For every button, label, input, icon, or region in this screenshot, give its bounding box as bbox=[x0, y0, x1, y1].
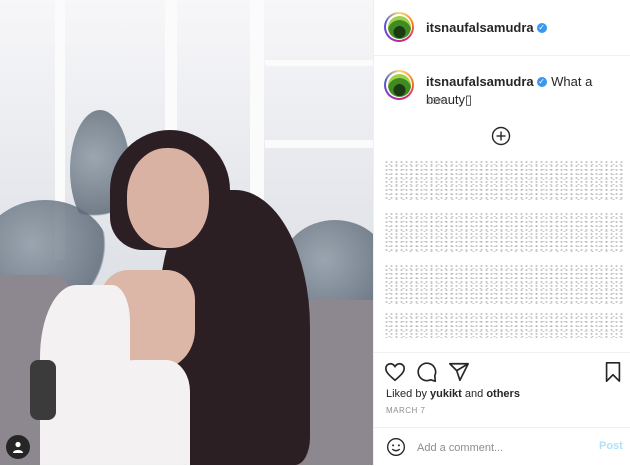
photo-face bbox=[127, 148, 209, 248]
photo-window-frame bbox=[265, 140, 373, 148]
liked-by-user[interactable]: yukikt bbox=[430, 388, 462, 400]
plus-circle-icon[interactable] bbox=[491, 126, 511, 146]
photo-shirt bbox=[110, 360, 190, 465]
post-actions bbox=[374, 352, 630, 387]
smiley-icon[interactable] bbox=[386, 437, 406, 457]
photo-window-frame bbox=[265, 60, 373, 66]
comment-composer: Post bbox=[374, 427, 630, 466]
liked-by-others[interactable]: others bbox=[486, 388, 520, 400]
post-date: MARCH 7 bbox=[386, 406, 426, 415]
post-photo[interactable] bbox=[0, 0, 373, 465]
post-header: itsnaufalsamudra ✓ bbox=[374, 0, 630, 56]
verified-badge-icon: ✓ bbox=[536, 76, 547, 87]
comment-obscured bbox=[384, 264, 624, 304]
comment-obscured bbox=[384, 160, 624, 200]
author-avatar[interactable] bbox=[384, 12, 414, 42]
photo-bag bbox=[30, 360, 56, 420]
comment-obscured bbox=[384, 212, 624, 252]
verified-badge-icon: ✓ bbox=[536, 22, 547, 33]
caption-author-username[interactable]: itsnaufalsamudra bbox=[426, 74, 534, 89]
post-comment-button[interactable]: Post bbox=[599, 440, 623, 452]
post-details-panel: itsnaufalsamudra ✓ itsnaufalsamudra ✓ What… bbox=[373, 0, 630, 465]
likes-summary: Liked by yukikt and others bbox=[386, 388, 520, 400]
liked-by-prefix: Liked by bbox=[386, 388, 427, 400]
comment-input[interactable] bbox=[417, 439, 577, 457]
user-tag-icon[interactable] bbox=[6, 435, 30, 459]
heart-icon[interactable] bbox=[384, 361, 406, 383]
author-username[interactable]: itsnaufalsamudra bbox=[426, 20, 534, 35]
liked-by-and: and bbox=[464, 388, 484, 400]
author-name-row: itsnaufalsamudra ✓ bbox=[426, 19, 547, 37]
bookmark-icon[interactable] bbox=[602, 361, 624, 383]
caption-line: itsnaufalsamudra ✓ What a beauty▯ bbox=[426, 73, 626, 109]
caption-time-ago: 16w bbox=[426, 96, 445, 107]
comment-bubble-icon[interactable] bbox=[416, 361, 438, 383]
caption-author-avatar[interactable] bbox=[384, 70, 414, 100]
paper-plane-icon[interactable] bbox=[448, 361, 470, 383]
comment-obscured bbox=[384, 312, 624, 338]
